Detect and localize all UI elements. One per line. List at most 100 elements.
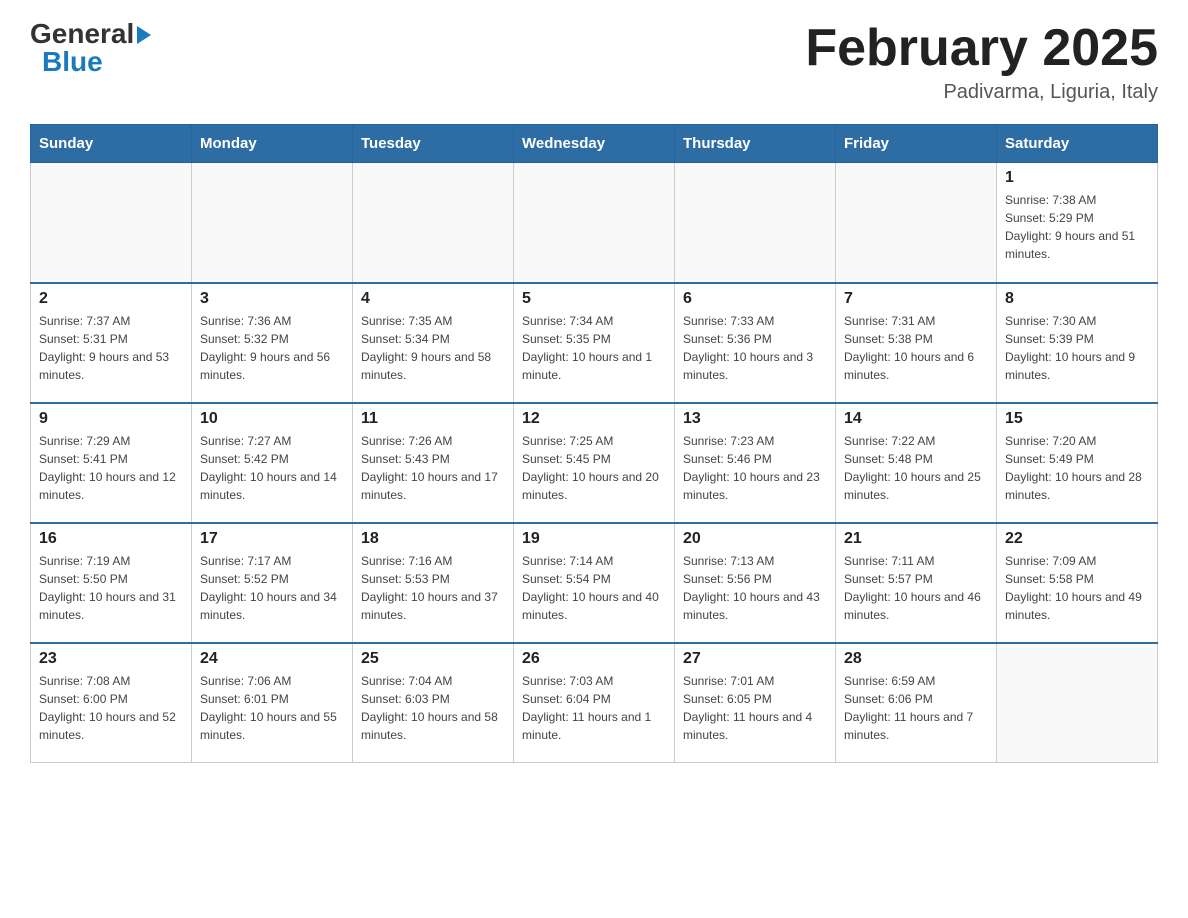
day-info: Sunrise: 7:03 AMSunset: 6:04 PMDaylight:… <box>522 672 666 744</box>
day-info: Sunrise: 7:34 AMSunset: 5:35 PMDaylight:… <box>522 312 666 384</box>
calendar-day-cell: 26 Sunrise: 7:03 AMSunset: 6:04 PMDayligh… <box>514 643 675 763</box>
day-info: Sunrise: 7:09 AMSunset: 5:58 PMDaylight:… <box>1005 552 1149 624</box>
logo-general-text: General <box>30 20 151 48</box>
day-number: 2 <box>39 290 183 308</box>
calendar-day-cell: 13 Sunrise: 7:23 AMSunset: 5:46 PMDayligh… <box>675 403 836 523</box>
calendar-day-cell <box>997 643 1158 763</box>
logo: General Blue <box>30 20 151 76</box>
day-info: Sunrise: 7:29 AMSunset: 5:41 PMDaylight:… <box>39 432 183 504</box>
day-number: 3 <box>200 290 344 308</box>
day-number: 10 <box>200 410 344 428</box>
day-number: 25 <box>361 650 505 668</box>
calendar-day-cell: 15 Sunrise: 7:20 AMSunset: 5:49 PMDayligh… <box>997 403 1158 523</box>
day-number: 12 <box>522 410 666 428</box>
header-sunday: Sunday <box>31 125 192 163</box>
day-number: 1 <box>1005 169 1149 187</box>
calendar-day-cell: 16 Sunrise: 7:19 AMSunset: 5:50 PMDayligh… <box>31 523 192 643</box>
day-number: 13 <box>683 410 827 428</box>
day-number: 9 <box>39 410 183 428</box>
calendar-table: Sunday Monday Tuesday Wednesday Thursday… <box>30 124 1158 763</box>
day-number: 23 <box>39 650 183 668</box>
day-number: 28 <box>844 650 988 668</box>
logo-blue-text: Blue <box>42 48 103 76</box>
day-number: 17 <box>200 530 344 548</box>
calendar-day-cell: 14 Sunrise: 7:22 AMSunset: 5:48 PMDayligh… <box>836 403 997 523</box>
header-friday: Friday <box>836 125 997 163</box>
calendar-day-cell: 25 Sunrise: 7:04 AMSunset: 6:03 PMDayligh… <box>353 643 514 763</box>
calendar-day-cell: 10 Sunrise: 7:27 AMSunset: 5:42 PMDayligh… <box>192 403 353 523</box>
day-info: Sunrise: 7:30 AMSunset: 5:39 PMDaylight:… <box>1005 312 1149 384</box>
day-number: 8 <box>1005 290 1149 308</box>
day-info: Sunrise: 7:13 AMSunset: 5:56 PMDaylight:… <box>683 552 827 624</box>
day-info: Sunrise: 7:25 AMSunset: 5:45 PMDaylight:… <box>522 432 666 504</box>
title-block: February 2025 Padivarma, Liguria, Italy <box>805 20 1158 104</box>
day-number: 4 <box>361 290 505 308</box>
calendar-day-cell: 4 Sunrise: 7:35 AMSunset: 5:34 PMDaylight… <box>353 283 514 403</box>
day-number: 22 <box>1005 530 1149 548</box>
calendar-day-cell: 1 Sunrise: 7:38 AMSunset: 5:29 PMDaylight… <box>997 163 1158 283</box>
day-info: Sunrise: 7:23 AMSunset: 5:46 PMDaylight:… <box>683 432 827 504</box>
day-number: 15 <box>1005 410 1149 428</box>
day-info: Sunrise: 7:16 AMSunset: 5:53 PMDaylight:… <box>361 552 505 624</box>
day-number: 26 <box>522 650 666 668</box>
day-number: 19 <box>522 530 666 548</box>
day-number: 7 <box>844 290 988 308</box>
day-info: Sunrise: 7:17 AMSunset: 5:52 PMDaylight:… <box>200 552 344 624</box>
day-info: Sunrise: 7:31 AMSunset: 5:38 PMDaylight:… <box>844 312 988 384</box>
calendar-subtitle: Padivarma, Liguria, Italy <box>805 81 1158 104</box>
day-info: Sunrise: 7:01 AMSunset: 6:05 PMDaylight:… <box>683 672 827 744</box>
calendar-day-cell: 21Sunrise: 7:11 AMSunset: 5:57 PMDayligh… <box>836 523 997 643</box>
day-number: 21 <box>844 530 988 548</box>
header-tuesday: Tuesday <box>353 125 514 163</box>
calendar-day-cell <box>514 163 675 283</box>
day-info: Sunrise: 7:08 AMSunset: 6:00 PMDaylight:… <box>39 672 183 744</box>
calendar-day-cell: 11Sunrise: 7:26 AMSunset: 5:43 PMDayligh… <box>353 403 514 523</box>
header-saturday: Saturday <box>997 125 1158 163</box>
page-header: General Blue February 2025 Padivarma, Li… <box>30 20 1158 104</box>
calendar-day-cell: 8 Sunrise: 7:30 AMSunset: 5:39 PMDaylight… <box>997 283 1158 403</box>
day-info: Sunrise: 7:26 AMSunset: 5:43 PMDaylight:… <box>361 432 505 504</box>
day-info: Sunrise: 7:22 AMSunset: 5:48 PMDaylight:… <box>844 432 988 504</box>
calendar-day-cell: 24Sunrise: 7:06 AMSunset: 6:01 PMDayligh… <box>192 643 353 763</box>
calendar-day-cell <box>836 163 997 283</box>
day-number: 5 <box>522 290 666 308</box>
calendar-week-row: 1 Sunrise: 7:38 AMSunset: 5:29 PMDaylight… <box>31 163 1158 283</box>
day-number: 14 <box>844 410 988 428</box>
day-number: 20 <box>683 530 827 548</box>
calendar-week-row: 23 Sunrise: 7:08 AMSunset: 6:00 PMDayligh… <box>31 643 1158 763</box>
day-info: Sunrise: 7:35 AMSunset: 5:34 PMDaylight:… <box>361 312 505 384</box>
day-info: Sunrise: 7:04 AMSunset: 6:03 PMDaylight:… <box>361 672 505 744</box>
day-info: Sunrise: 6:59 AMSunset: 6:06 PMDaylight:… <box>844 672 988 744</box>
day-info: Sunrise: 7:27 AMSunset: 5:42 PMDaylight:… <box>200 432 344 504</box>
calendar-day-cell: 28 Sunrise: 6:59 AMSunset: 6:06 PMDayligh… <box>836 643 997 763</box>
day-info: Sunrise: 7:20 AMSunset: 5:49 PMDaylight:… <box>1005 432 1149 504</box>
calendar-day-cell <box>353 163 514 283</box>
calendar-header-row: Sunday Monday Tuesday Wednesday Thursday… <box>31 125 1158 163</box>
calendar-week-row: 16 Sunrise: 7:19 AMSunset: 5:50 PMDayligh… <box>31 523 1158 643</box>
calendar-day-cell: 27 Sunrise: 7:01 AMSunset: 6:05 PMDayligh… <box>675 643 836 763</box>
calendar-day-cell: 20 Sunrise: 7:13 AMSunset: 5:56 PMDayligh… <box>675 523 836 643</box>
calendar-day-cell: 6Sunrise: 7:33 AMSunset: 5:36 PMDaylight… <box>675 283 836 403</box>
calendar-day-cell: 23 Sunrise: 7:08 AMSunset: 6:00 PMDayligh… <box>31 643 192 763</box>
day-info: Sunrise: 7:19 AMSunset: 5:50 PMDaylight:… <box>39 552 183 624</box>
calendar-day-cell: 5 Sunrise: 7:34 AMSunset: 5:35 PMDaylight… <box>514 283 675 403</box>
calendar-day-cell: 19Sunrise: 7:14 AMSunset: 5:54 PMDayligh… <box>514 523 675 643</box>
header-wednesday: Wednesday <box>514 125 675 163</box>
calendar-day-cell: 18 Sunrise: 7:16 AMSunset: 5:53 PMDayligh… <box>353 523 514 643</box>
calendar-day-cell: 17 Sunrise: 7:17 AMSunset: 5:52 PMDayligh… <box>192 523 353 643</box>
calendar-title: February 2025 <box>805 20 1158 77</box>
calendar-week-row: 2Sunrise: 7:37 AMSunset: 5:31 PMDaylight… <box>31 283 1158 403</box>
calendar-day-cell: 2Sunrise: 7:37 AMSunset: 5:31 PMDaylight… <box>31 283 192 403</box>
day-number: 16 <box>39 530 183 548</box>
header-monday: Monday <box>192 125 353 163</box>
calendar-day-cell <box>675 163 836 283</box>
day-info: Sunrise: 7:38 AMSunset: 5:29 PMDaylight:… <box>1005 191 1149 263</box>
day-number: 27 <box>683 650 827 668</box>
day-number: 18 <box>361 530 505 548</box>
calendar-day-cell: 7 Sunrise: 7:31 AMSunset: 5:38 PMDaylight… <box>836 283 997 403</box>
calendar-week-row: 9 Sunrise: 7:29 AMSunset: 5:41 PMDaylight… <box>31 403 1158 523</box>
calendar-day-cell: 9 Sunrise: 7:29 AMSunset: 5:41 PMDaylight… <box>31 403 192 523</box>
day-number: 6 <box>683 290 827 308</box>
calendar-day-cell: 22 Sunrise: 7:09 AMSunset: 5:58 PMDayligh… <box>997 523 1158 643</box>
calendar-day-cell: 12 Sunrise: 7:25 AMSunset: 5:45 PMDayligh… <box>514 403 675 523</box>
